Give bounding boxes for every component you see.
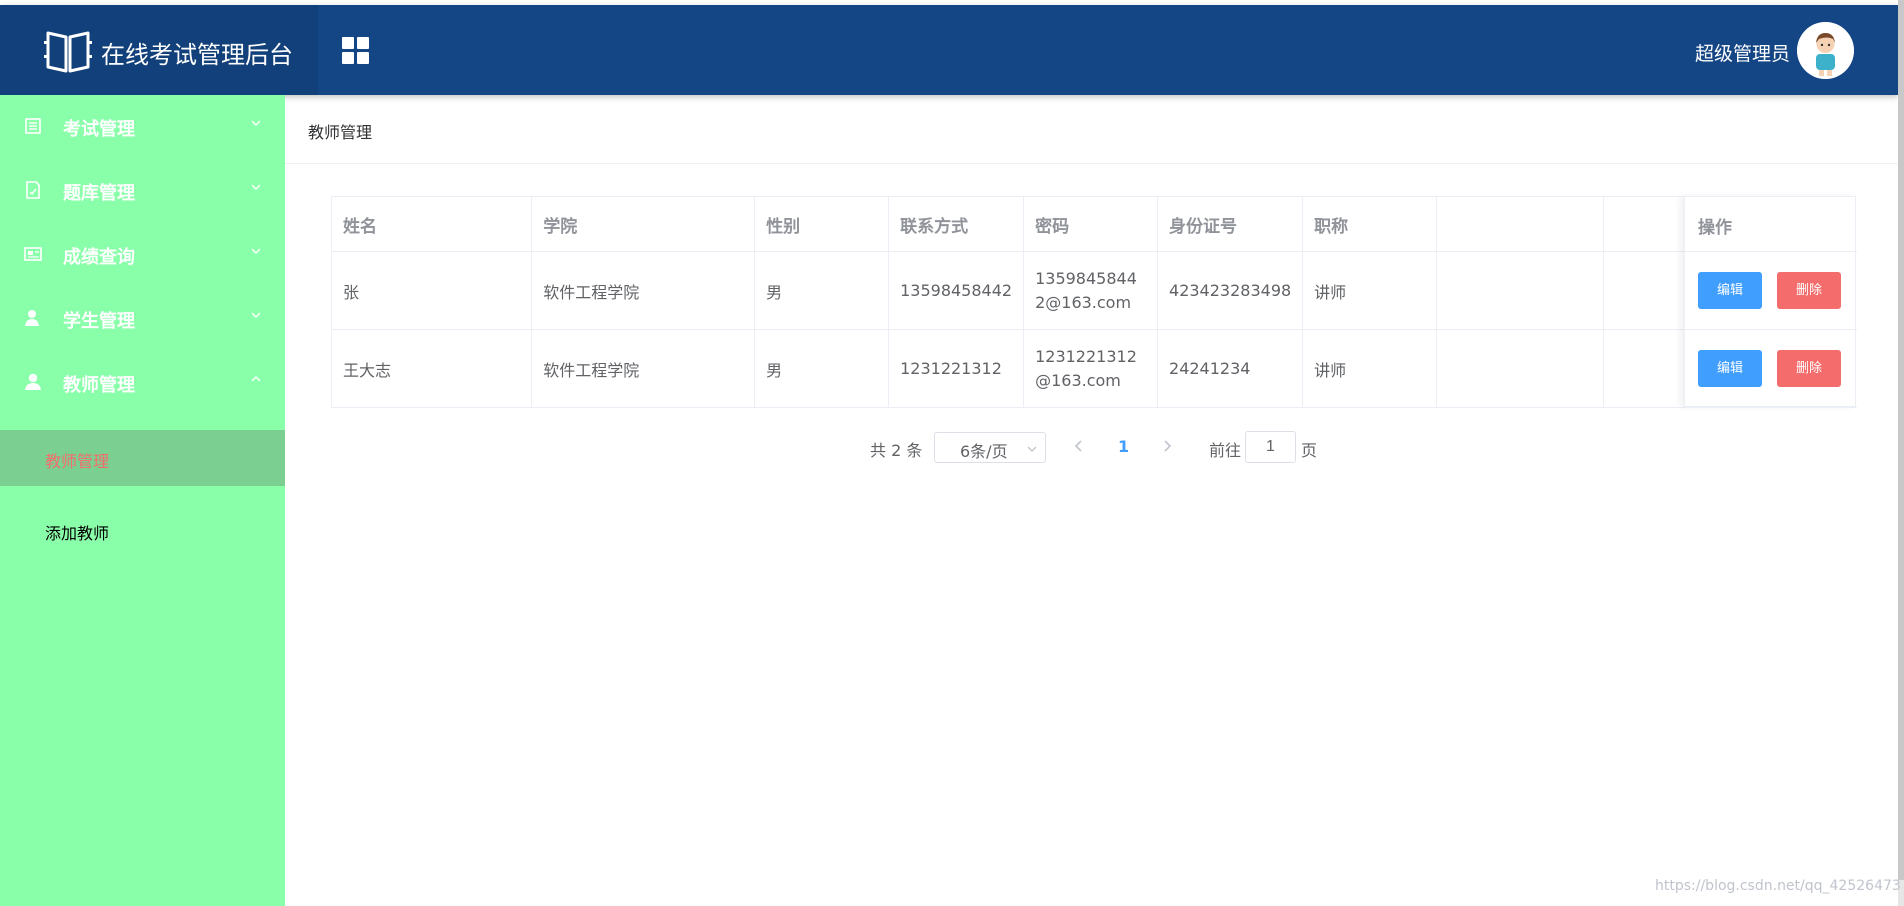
operations-column: 操作 编辑 删除 编辑 删除 (1684, 196, 1857, 408)
sidebar-sub-label: 教师管理 (45, 452, 110, 471)
column-header-title[interactable]: 职称 (1302, 196, 1438, 252)
cell-college: 软件工程学院 (531, 251, 756, 330)
menu-toggle-grid-icon[interactable] (342, 37, 370, 65)
column-header-phone[interactable]: 联系方式 (888, 196, 1025, 252)
next-page-chevron-icon[interactable] (1160, 438, 1174, 454)
sidebar-menu-label: 题库管理 (63, 183, 135, 204)
user-solid-icon (25, 373, 41, 390)
list-icon (25, 118, 41, 134)
page-number-current[interactable]: 1 (1118, 437, 1129, 456)
cell-password: 1231221312@163.com (1023, 329, 1159, 408)
operations-row: 编辑 删除 (1685, 330, 1857, 408)
breadcrumb-current: 教师管理 (308, 123, 373, 142)
sidebar-menu-scores[interactable]: 成绩查询 (0, 223, 285, 287)
operations-row: 编辑 删除 (1685, 252, 1857, 330)
cell-gender: 男 (754, 251, 890, 330)
cell-phone: 1231221312 (888, 329, 1025, 408)
avatar[interactable] (1797, 22, 1854, 79)
sidebar-menu-label: 考试管理 (63, 119, 135, 140)
user-name[interactable]: 超级管理员 (1695, 39, 1790, 66)
cell-title: 讲师 (1302, 329, 1438, 408)
edit-button[interactable]: 编辑 (1698, 350, 1762, 387)
chart-card-icon (24, 247, 42, 261)
sidebar-menu-label: 教师管理 (63, 375, 135, 396)
top-header: 在线考试管理后台 超级管理员 (0, 5, 1898, 95)
delete-button[interactable]: 删除 (1777, 272, 1841, 309)
cell-password: 13598458442@163.com (1023, 251, 1159, 330)
cell-phone: 13598458442 (888, 251, 1025, 330)
page-size-select[interactable]: 6条/页 (934, 432, 1046, 463)
column-header-id-card[interactable]: 身份证号 (1157, 196, 1304, 252)
column-header-gender[interactable]: 性别 (754, 196, 890, 252)
page-size-value: 6条/页 (960, 442, 1008, 461)
breadcrumb: 教师管理 (285, 95, 1898, 164)
chevron-up-icon (251, 376, 261, 382)
chevron-down-icon (1027, 446, 1037, 452)
sidebar: 考试管理 题库管理 成绩查询 学生管理 教师管理 教师管理 添加教师 (0, 95, 285, 906)
column-header-college[interactable]: 学院 (531, 196, 756, 252)
operations-header: 操作 (1685, 197, 1857, 252)
table-row[interactable]: 王大志 软件工程学院 男 1231221312 1231221312@163.c… (330, 329, 1856, 408)
delete-button[interactable]: 删除 (1777, 350, 1841, 387)
goto-suffix: 页 (1301, 441, 1318, 460)
cell-password-text: 1231221312@163.com (1035, 346, 1137, 390)
cell-gender: 男 (754, 329, 890, 408)
user-icon (25, 310, 39, 326)
cell-id-card: 24241234 (1157, 329, 1304, 408)
sidebar-menu-students[interactable]: 学生管理 (0, 287, 285, 351)
app-title: 在线考试管理后台 (101, 41, 293, 69)
logo-area: 在线考试管理后台 (0, 5, 318, 95)
cell-title: 讲师 (1302, 251, 1438, 330)
cell-extra (1436, 251, 1605, 330)
operations-header-label: 操作 (1698, 218, 1732, 238)
pagination-total: 共 2 条 (870, 441, 923, 460)
document-icon (26, 181, 40, 199)
cell-college: 软件工程学院 (531, 329, 756, 408)
book-logo-icon (44, 31, 92, 73)
teacher-table: 姓名 学院 性别 联系方式 密码 身份证号 职称 张 软件工程学院 男 1359… (330, 196, 1857, 408)
sidebar-menu-label: 成绩查询 (63, 247, 135, 268)
chevron-down-icon (251, 312, 261, 318)
watermark: https://blog.csdn.net/qq_42526473 (1655, 878, 1901, 894)
sidebar-menu-question-bank[interactable]: 题库管理 (0, 159, 285, 223)
avatar-boy-icon (1797, 22, 1854, 79)
chevron-down-icon (251, 120, 261, 126)
table-header-row: 姓名 学院 性别 联系方式 密码 身份证号 职称 (330, 196, 1856, 252)
sidebar-sub-teacher-manage[interactable]: 教师管理 (0, 430, 285, 486)
sidebar-menu-label: 学生管理 (63, 311, 135, 332)
goto-prefix: 前往 (1209, 441, 1242, 460)
cell-name: 王大志 (330, 329, 533, 408)
chevron-down-icon (251, 184, 261, 190)
pagination: 共 2 条 6条/页 1 前往 页 (285, 430, 1898, 464)
column-header-empty (1436, 196, 1605, 252)
app-window: 在线考试管理后台 超级管理员 考试管理 题库管理 成绩查询 学生管理 教师管理 … (0, 0, 1904, 906)
edit-button[interactable]: 编辑 (1698, 272, 1762, 309)
prev-page-chevron-icon[interactable] (1072, 438, 1086, 454)
table-grid: 姓名 学院 性别 联系方式 密码 身份证号 职称 张 软件工程学院 男 1359… (330, 196, 1856, 408)
sidebar-sub-label: 添加教师 (45, 524, 110, 543)
column-header-name[interactable]: 姓名 (330, 196, 533, 252)
cell-extra (1436, 329, 1605, 408)
goto-page-input[interactable] (1245, 431, 1296, 463)
cell-password-text: 13598458442@163.com (1035, 268, 1137, 312)
cell-name: 张 (330, 251, 533, 330)
column-header-password[interactable]: 密码 (1023, 196, 1159, 252)
chevron-down-icon (251, 248, 261, 254)
sidebar-menu-exam[interactable]: 考试管理 (0, 95, 285, 159)
table-row[interactable]: 张 软件工程学院 男 13598458442 13598458442@163.c… (330, 251, 1856, 330)
scrollbar-thumb[interactable] (1898, 0, 1904, 880)
sidebar-menu-teachers[interactable]: 教师管理 (0, 351, 285, 415)
sidebar-sub-add-teacher[interactable]: 添加教师 (0, 502, 285, 558)
cell-id-card: 423423283498 (1157, 251, 1304, 330)
